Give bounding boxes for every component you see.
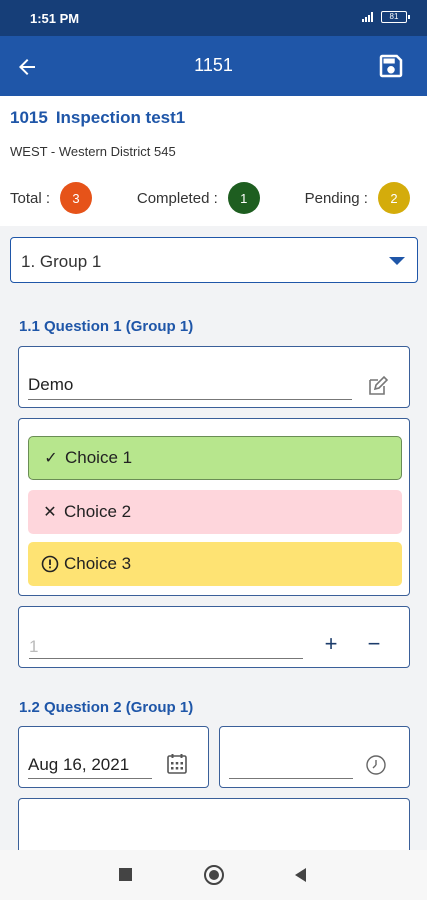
recents-button[interactable] bbox=[119, 868, 132, 881]
pending-count: Pending : 2 bbox=[305, 182, 410, 214]
question-1-choices-card: ✓ Choice 1 ✕ Choice 2 Choice 3 bbox=[18, 418, 410, 596]
choice-1[interactable]: ✓ Choice 1 bbox=[28, 436, 402, 480]
inspection-title: 1015 Inspection test1 bbox=[10, 108, 185, 128]
app-title: 1151 bbox=[194, 55, 233, 75]
status-time: 1:51 PM bbox=[30, 11, 80, 26]
edit-button[interactable] bbox=[365, 373, 391, 399]
inspection-id: 1015 bbox=[10, 108, 48, 127]
question-1-text-card: Demo bbox=[18, 346, 410, 408]
app-bar: 1151 bbox=[0, 36, 427, 96]
check-icon: ✓ bbox=[44, 450, 58, 467]
count-summary: Total : 3 Completed : 1 Pending : 2 bbox=[10, 182, 410, 214]
question-1-title: 1.1 Question 1 (Group 1) bbox=[19, 318, 194, 335]
question-2-title: 1.2 Question 2 (Group 1) bbox=[19, 699, 194, 716]
decrement-button[interactable]: − bbox=[362, 632, 386, 656]
pending-count-badge: 2 bbox=[377, 182, 410, 214]
increment-button[interactable]: + bbox=[319, 632, 343, 656]
close-icon: ✕ bbox=[43, 504, 57, 521]
time-card bbox=[219, 726, 410, 788]
completed-count-label: Completed : bbox=[136, 189, 218, 207]
district-label: WEST - Western District 545 bbox=[10, 144, 176, 159]
completed-count: Completed : 1 bbox=[137, 182, 260, 214]
calendar-icon bbox=[167, 754, 187, 774]
system-nav-bar bbox=[0, 850, 427, 900]
save-button[interactable] bbox=[375, 50, 407, 82]
group-dropdown[interactable]: 1. Group 1 bbox=[10, 237, 418, 283]
time-input[interactable] bbox=[229, 741, 353, 779]
inspection-name: Inspection test1 bbox=[55, 108, 186, 127]
date-card: Aug 16, 2021 bbox=[18, 726, 209, 788]
caret-down-icon bbox=[389, 257, 405, 265]
choice-3[interactable]: Choice 3 bbox=[28, 542, 402, 586]
calendar-button[interactable] bbox=[165, 752, 189, 776]
pending-count-label: Pending : bbox=[304, 189, 368, 207]
question-1-number-card: + − bbox=[18, 606, 410, 668]
total-count-badge: 3 bbox=[60, 182, 93, 214]
choice-3-label: Choice 3 bbox=[64, 554, 132, 573]
group-dropdown-value: 1. Group 1 bbox=[21, 252, 102, 271]
date-value: Aug 16, 2021 bbox=[28, 755, 130, 774]
clock-button[interactable] bbox=[364, 753, 388, 777]
status-bar: 1:51 PM 81 bbox=[0, 0, 427, 36]
status-icons: 81 bbox=[362, 11, 410, 23]
edit-icon bbox=[369, 375, 389, 395]
signal-icon bbox=[362, 12, 373, 22]
date-input[interactable]: Aug 16, 2021 bbox=[28, 741, 152, 779]
question-1-text-input[interactable]: Demo bbox=[28, 363, 352, 400]
alert-circle-icon bbox=[40, 555, 60, 573]
clock-icon bbox=[366, 755, 386, 775]
completed-count-badge: 1 bbox=[227, 182, 260, 214]
total-count: Total : 3 bbox=[10, 182, 93, 214]
total-count-label: Total : bbox=[10, 189, 51, 207]
floppy-disk-icon bbox=[379, 54, 403, 78]
choice-2-label: Choice 2 bbox=[64, 502, 132, 521]
choice-2[interactable]: ✕ Choice 2 bbox=[28, 490, 402, 534]
battery-icon: 81 bbox=[381, 11, 410, 23]
quantity-input[interactable] bbox=[29, 629, 303, 659]
home-button[interactable] bbox=[204, 865, 224, 885]
question-1-text-value: Demo bbox=[28, 375, 74, 394]
choice-1-label: Choice 1 bbox=[65, 448, 133, 467]
inspection-header: 1015 Inspection test1 WEST - Western Dist… bbox=[0, 96, 427, 226]
question-2-next-card bbox=[18, 798, 410, 858]
system-back-button[interactable] bbox=[295, 868, 306, 882]
